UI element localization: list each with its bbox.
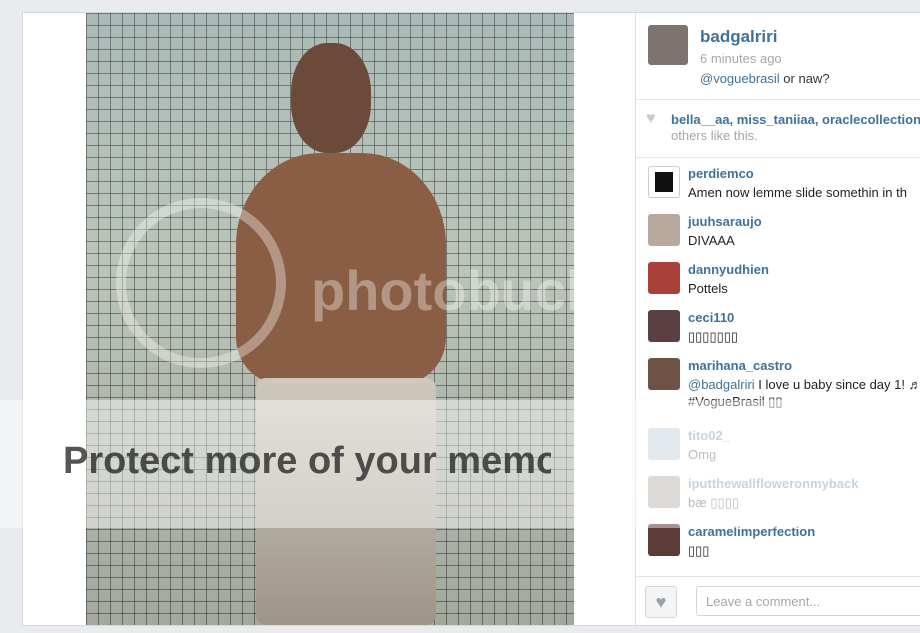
commenter-avatar[interactable]	[648, 358, 680, 390]
comment-text: @badgalriri I love u baby since day 1! ♬	[688, 376, 920, 394]
author-username[interactable]: badgalriri	[700, 27, 777, 47]
photo-figure-head	[291, 43, 371, 153]
caption-text: or naw?	[779, 71, 830, 86]
caption-mention[interactable]: @voguebrasil	[700, 71, 780, 86]
post-photo[interactable]: photobucket	[86, 13, 574, 625]
heart-icon: ♥	[646, 110, 656, 127]
commenter-logo-icon	[655, 172, 673, 192]
comment-mention[interactable]: @badgalriri	[688, 377, 755, 392]
watermark-logo-text: photobucket	[311, 259, 574, 322]
author-avatar[interactable]	[648, 25, 688, 65]
comment-username[interactable]: perdiemco	[688, 166, 754, 181]
commenter-avatar[interactable]	[648, 524, 680, 556]
watermark-logo-ring	[116, 198, 286, 368]
likes-section: ♥ bella__aa, miss_taniiaa, oraclecollect…	[636, 100, 920, 158]
post-card: photobucket badgalriri 6 minutes ago @vo…	[22, 12, 920, 626]
comment-username[interactable]: marihana_castro	[688, 358, 792, 373]
likes-summary: others like this.	[671, 128, 758, 143]
post-header: badgalriri 6 minutes ago @voguebrasil or…	[636, 13, 920, 100]
commenter-avatar[interactable]	[648, 310, 680, 342]
comment-text-body: I love u baby since day 1! ♬	[754, 377, 920, 392]
heart-icon: ♥	[655, 592, 667, 612]
comment-username[interactable]: juuhsaraujo	[688, 214, 762, 229]
commenter-avatar[interactable]	[648, 166, 680, 198]
comment-text: Pottels	[688, 281, 728, 296]
commenter-avatar[interactable]	[648, 262, 680, 294]
comment-footer: ♥	[636, 576, 920, 625]
commenter-avatar[interactable]	[648, 214, 680, 246]
likers-list[interactable]: bella__aa, miss_taniiaa, oraclecollectio…	[671, 112, 920, 127]
comment-username[interactable]: dannyudhien	[688, 262, 769, 277]
post-timestamp[interactable]: 6 minutes ago	[700, 51, 782, 66]
comment-text: ▯▯▯▯▯▯▯	[688, 329, 739, 344]
comment-text: DIVAAA	[688, 233, 735, 248]
post-sidebar: badgalriri 6 minutes ago @voguebrasil or…	[636, 13, 920, 625]
photo-area: photobucket	[23, 13, 636, 625]
watermark-banner-text: Protect more of your memories for less!	[63, 440, 551, 482]
comment-username[interactable]: ceci110	[688, 310, 734, 325]
post-caption: @voguebrasil or naw?	[700, 71, 830, 86]
comment-text: Amen now lemme slide somethin in th	[688, 185, 907, 200]
comment-input[interactable]	[696, 586, 920, 616]
comment-text: ▯▯▯	[688, 543, 710, 558]
like-button[interactable]: ♥	[645, 586, 677, 618]
